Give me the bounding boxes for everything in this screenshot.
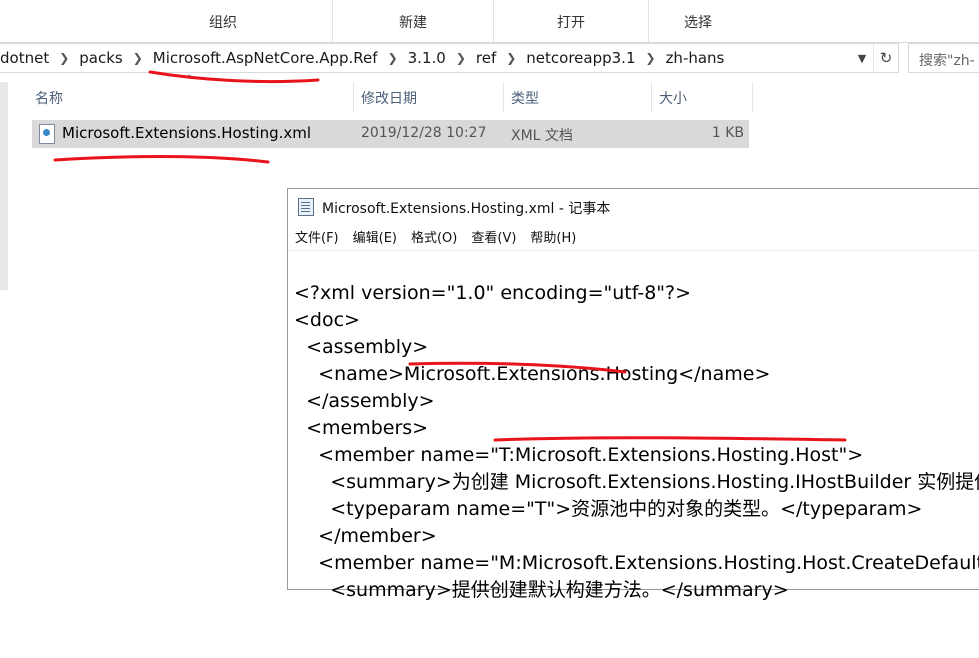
text-line: <assembly> [294, 336, 429, 358]
menu-file[interactable]: 文件(F) [288, 227, 346, 251]
text-line: <summary>提供创建默认构建方法。</summary> [294, 579, 789, 601]
column-divider[interactable] [752, 82, 753, 112]
notepad-text-area[interactable]: <?xml version="1.0" encoding="utf-8"?> <d… [294, 253, 979, 658]
chevron-right-icon[interactable]: ❯ [55, 51, 73, 65]
file-row[interactable]: Microsoft.Extensions.Hosting.xml 2019/12… [32, 120, 749, 148]
notepad-icon [298, 198, 314, 216]
chevron-down-icon[interactable]: ▼ [852, 44, 872, 72]
breadcrumb-dotnet[interactable]: dotnet [0, 49, 55, 67]
xml-file-icon [39, 124, 55, 144]
search-input[interactable]: 搜索"zh- [908, 43, 979, 73]
ribbon-group-open[interactable]: 打开 [494, 0, 649, 42]
ribbon-group-organize[interactable]: 组织 [114, 0, 333, 42]
notepad-window: Microsoft.Extensions.Hosting.xml - 记事本 文… [287, 188, 979, 601]
menu-format[interactable]: 格式(O) [404, 227, 464, 251]
address-bar[interactable]: dotnet ❯ packs ❯ Microsoft.AspNetCore.Ap… [0, 43, 899, 73]
ribbon-group-label: 打开 [557, 15, 585, 31]
column-header-size[interactable]: 大小 [653, 82, 749, 112]
chevron-right-icon[interactable]: ❯ [452, 51, 470, 65]
notepad-title-bar[interactable]: Microsoft.Extensions.Hosting.xml - 记事本 [288, 189, 979, 223]
breadcrumb-version[interactable]: 3.1.0 [402, 49, 452, 67]
file-modified: 2019/12/28 10:27 [361, 125, 487, 141]
search-placeholder: 搜索"zh- [919, 53, 975, 69]
column-header-modified[interactable]: 修改日期 [355, 82, 503, 112]
column-divider[interactable] [651, 82, 652, 112]
annotation-underline-path [148, 70, 320, 84]
breadcrumb-zh-hans[interactable]: zh-hans [660, 49, 731, 67]
text-line: <member name="T:Microsoft.Extensions.Hos… [294, 444, 864, 466]
menu-divider [288, 250, 979, 251]
notepad-menu-bar: 文件(F) 编辑(E) 格式(O) 查看(V) 帮助(H) [288, 227, 583, 251]
chevron-right-icon[interactable]: ❯ [502, 51, 520, 65]
column-divider[interactable] [353, 82, 354, 112]
file-type: XML 文档 [511, 128, 573, 144]
breadcrumb-aspnetcore-ref[interactable]: Microsoft.AspNetCore.App.Ref [147, 49, 384, 67]
notepad-title: Microsoft.Extensions.Hosting.xml - 记事本 [322, 201, 611, 217]
ribbon-group-new[interactable]: 新建 [333, 0, 494, 42]
text-line: </member> [294, 525, 437, 547]
breadcrumb-netcoreapp[interactable]: netcoreapp3.1 [520, 49, 641, 67]
text-line: <doc> [294, 309, 360, 331]
chevron-right-icon[interactable]: ❯ [384, 51, 402, 65]
text-line: <name>Microsoft.Extensions.Hosting</name… [294, 363, 771, 385]
menu-help[interactable]: 帮助(H) [523, 227, 583, 251]
text-line: <member name="M:Microsoft.Extensions.Hos… [294, 552, 979, 574]
ribbon-group-label: 选择 [684, 15, 712, 31]
ribbon-group-labels: 组织 新建 打开 选择 [0, 0, 979, 42]
column-header-type[interactable]: 类型 [505, 82, 651, 112]
menu-view[interactable]: 查看(V) [464, 227, 523, 251]
column-header-label: 修改日期 [361, 91, 417, 107]
file-name: Microsoft.Extensions.Hosting.xml [62, 124, 312, 142]
column-header-label: 名称 [35, 91, 63, 107]
breadcrumb-packs[interactable]: packs [73, 49, 128, 67]
text-line: <summary>为创建 Microsoft.Extensions.Hostin… [294, 471, 979, 493]
ribbon-group-label: 新建 [399, 15, 427, 31]
refresh-icon[interactable]: ↻ [873, 44, 898, 72]
breadcrumb-ref[interactable]: ref [470, 49, 502, 67]
file-size: 1 KB [711, 125, 744, 141]
column-divider[interactable] [503, 82, 504, 112]
column-header-label: 大小 [659, 91, 687, 107]
text-line: </assembly> [294, 390, 435, 412]
text-line: <?xml version="1.0" encoding="utf-8"?> [294, 282, 692, 304]
text-line: <members> [294, 417, 429, 439]
chevron-right-icon[interactable]: ❯ [129, 51, 147, 65]
text-line: <typeparam name="T">资源池中的对象的类型。</typepar… [294, 498, 923, 520]
chevron-right-icon[interactable]: ❯ [642, 51, 660, 65]
annotation-underline-file [53, 155, 270, 164]
column-header-label: 类型 [511, 91, 539, 107]
menu-edit[interactable]: 编辑(E) [346, 227, 404, 251]
breadcrumb: dotnet ❯ packs ❯ Microsoft.AspNetCore.Ap… [0, 44, 730, 72]
navigation-pane-scrollbar[interactable] [0, 82, 8, 290]
ribbon-group-select[interactable]: 选择 [649, 0, 747, 42]
ribbon-group-label: 组织 [209, 15, 237, 31]
column-header-name[interactable]: 名称 [29, 82, 353, 112]
